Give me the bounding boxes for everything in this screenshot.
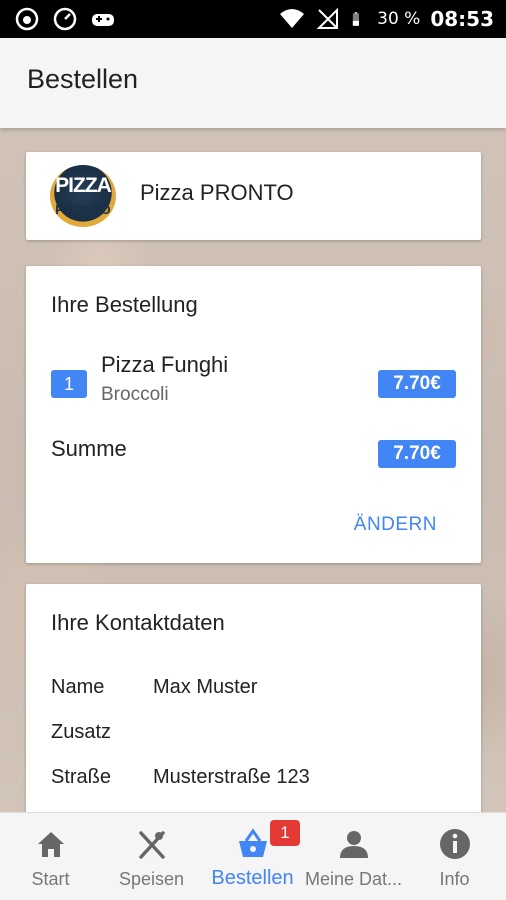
cutlery-icon bbox=[138, 831, 165, 859]
person-icon bbox=[339, 831, 368, 858]
contact-value-name: Max Muster bbox=[153, 676, 258, 698]
gamepad-icon bbox=[92, 14, 114, 26]
battery-icon bbox=[352, 12, 360, 26]
basket-icon bbox=[238, 828, 267, 857]
nav-speisen[interactable]: Speisen bbox=[101, 813, 202, 900]
logo-text-top: PIZZA bbox=[55, 174, 112, 197]
cat-notification-icon bbox=[15, 7, 39, 31]
nav-label-start: Start bbox=[31, 869, 70, 889]
logo-text-bottom: PRONTO bbox=[55, 202, 111, 217]
order-card: Ihre Bestellung 1 Pizza Funghi Broccoli … bbox=[26, 266, 481, 563]
quantity-badge: 1 bbox=[51, 370, 87, 398]
item-extra: Broccoli bbox=[101, 384, 169, 405]
restaurant-card: PIZZA PRONTO Pizza PRONTO bbox=[26, 152, 481, 240]
nav-label-info: Info bbox=[439, 869, 470, 889]
nav-label-speisen: Speisen bbox=[118, 869, 185, 889]
restaurant-name: Pizza PRONTO bbox=[140, 180, 294, 205]
item-price: 7.70€ bbox=[378, 370, 456, 398]
sum-label: Summe bbox=[51, 436, 127, 461]
restaurant-logo: PIZZA PRONTO bbox=[50, 165, 116, 227]
sum-price: 7.70€ bbox=[378, 440, 456, 468]
bottom-navigation: Start Speisen Bestellen Meine Dat... Inf… bbox=[0, 812, 506, 900]
nav-label-bestellen: Bestellen bbox=[211, 867, 294, 889]
contact-value-street: Musterstraße 123 bbox=[153, 766, 310, 788]
nav-start[interactable]: Start bbox=[0, 813, 101, 900]
page-title: Bestellen bbox=[27, 64, 139, 94]
status-bar: 30 % 08:53 bbox=[0, 0, 506, 38]
clock: 08:53 bbox=[430, 7, 494, 31]
no-signal-icon bbox=[316, 7, 339, 29]
order-title: Ihre Bestellung bbox=[51, 292, 198, 317]
cart-count-badge: 1 bbox=[270, 820, 300, 846]
battery-percent: 30 % bbox=[377, 9, 421, 29]
nav-info[interactable]: Info bbox=[404, 813, 505, 900]
nav-meine-daten[interactable]: Meine Dat... bbox=[303, 813, 404, 900]
home-icon bbox=[37, 832, 64, 857]
app-bar: Bestellen bbox=[0, 38, 506, 128]
wifi-icon bbox=[280, 9, 305, 28]
change-order-button[interactable]: ÄNDERN bbox=[354, 514, 437, 536]
item-name: Pizza Funghi bbox=[101, 352, 229, 377]
contact-label-street: Straße bbox=[51, 766, 112, 788]
info-icon bbox=[439, 829, 470, 859]
nav-label-meine-daten: Meine Dat... bbox=[304, 869, 403, 889]
contact-card: Ihre Kontaktdaten Name Max Muster Zusatz… bbox=[26, 584, 481, 824]
contact-label-zusatz: Zusatz bbox=[51, 721, 112, 743]
speedometer-icon bbox=[53, 7, 77, 31]
contact-label-name: Name bbox=[51, 676, 105, 698]
contact-title: Ihre Kontaktdaten bbox=[51, 610, 225, 635]
